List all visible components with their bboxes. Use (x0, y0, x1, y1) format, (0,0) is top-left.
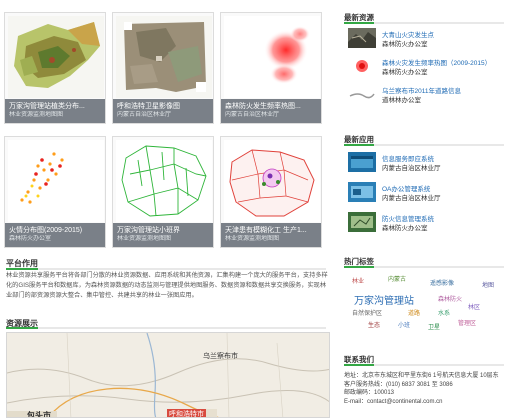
resource-card[interactable]: 天津患有模糊化工 生产1... 林业资源监测地图图 (220, 136, 322, 248)
app-screenshot-icon (348, 212, 376, 232)
resource-card[interactable]: 森林防火发生频率热图... 内蒙古自治区林业厅 (220, 12, 322, 124)
latest-apps-divider (344, 144, 504, 146)
latest-app-item[interactable]: OA办公管理系统 内蒙古自治区林业厅 (348, 180, 514, 206)
sub-compartment-thumbnail (116, 140, 212, 222)
card-title[interactable]: 火情分布图(2009-2015) (9, 226, 101, 235)
tag-item[interactable]: 管理区 (458, 318, 476, 327)
fire-distribution-thumbnail (8, 140, 104, 222)
district-map-thumbnail (224, 140, 320, 222)
card-title[interactable]: 万家沟管理站小班界 (117, 226, 209, 235)
resource-card[interactable]: 万家沟管理站植类分布... 林业资源监测地图图 (4, 12, 106, 124)
tag-item[interactable]: 自然保护区 (352, 308, 382, 317)
tag-item[interactable]: 遥感影像 (430, 278, 454, 287)
contact-phone: 客户服务热线：(010) 6837 3081 至 3086 (344, 381, 453, 388)
contact-divider (344, 364, 504, 366)
latest-app-item[interactable]: 防火信息管理系统 森林防火办公室 (348, 210, 514, 236)
app-screenshot-icon (348, 152, 376, 172)
card-owner: 林业资源监测地图图 (117, 236, 172, 242)
resource-map[interactable]: 乌兰察布市 呼和浩特市 包头市 (6, 332, 330, 418)
tag-item[interactable]: 卫星 (428, 322, 440, 331)
hot-tags-divider (344, 266, 504, 268)
app-screenshot-icon (348, 182, 376, 202)
card-owner: 林业资源监测地图图 (225, 236, 280, 242)
tag-item[interactable]: 地图 (482, 280, 494, 289)
latest-resources-divider (344, 22, 504, 24)
contact-info: 地址：北京市东城区和平里东街6 1号航天信息大厦 10层东 客户服务热线：(01… (344, 372, 514, 406)
card-title[interactable]: 呼和浩特卫星影像图 (117, 102, 209, 111)
app-org: 森林防火办公室 (382, 225, 428, 232)
resource-card[interactable]: 呼和浩特卫星影像图 内蒙古自治区林业厅 (112, 12, 214, 124)
latest-resource-item[interactable]: 大青山火灾发生点 森林防火办公室 (348, 26, 514, 52)
map-label-ulanqab: 乌兰察布市 (203, 353, 238, 360)
app-org: 内蒙古自治区林业厅 (382, 165, 441, 172)
terrain-thumbnail-icon (348, 28, 376, 48)
resource-org: 森林防火办公室 (382, 41, 428, 48)
card-owner: 内蒙古自治区林业厅 (225, 112, 280, 118)
tag-item[interactable]: 水系 (438, 308, 450, 317)
latest-app-item[interactable]: 信息服务即应系统 内蒙古自治区林业厅 (348, 150, 514, 176)
tag-item[interactable]: 生态 (368, 320, 380, 329)
contact-address: 地址：北京市东城区和平里东街6 1号航天信息大厦 10层东 (344, 373, 499, 379)
map-label-baotou: 包头市 (27, 411, 51, 418)
latest-resource-item[interactable]: 森林火灾发生频率热图（2009-2015） 森林防火办公室 (348, 54, 514, 80)
sidebar: 最新资源 大青山火灾发生点 森林防火办公室 森林火灾发生频率热图（2009-20… (344, 0, 520, 418)
app-org: 内蒙古自治区林业厅 (382, 195, 441, 202)
fire-heatmap-thumbnail (224, 16, 320, 98)
vegetation-map-thumbnail (8, 16, 104, 98)
map-label-hohhot: 呼和浩特市 (167, 409, 206, 418)
tag-item[interactable]: 林区 (468, 302, 480, 311)
card-title[interactable]: 天津患有模糊化工 生产1... (225, 226, 317, 235)
tag-item[interactable]: 万家沟管理站 (354, 292, 414, 307)
heatmap-thumbnail-icon (348, 56, 376, 76)
card-owner: 内蒙古自治区林业厅 (117, 112, 172, 118)
resource-show-divider (6, 327, 326, 329)
resource-card[interactable]: 万家沟管理站小班界 林业资源监测地图图 (112, 136, 214, 248)
tag-item[interactable]: 林业 (352, 276, 364, 285)
card-owner: 森林防火办公室 (9, 236, 52, 242)
tag-item[interactable]: 内蒙古 (388, 274, 406, 283)
tag-item[interactable]: 森林防火 (438, 294, 462, 303)
resource-org: 森林防火办公室 (382, 69, 428, 76)
road-thumbnail-icon (348, 84, 376, 104)
base-map (7, 333, 329, 417)
latest-resource-item[interactable]: 乌兰察布市2011年道路信息 道林林办公室 (348, 82, 514, 108)
resource-org: 道林林办公室 (382, 97, 421, 104)
platform-divider (6, 268, 326, 270)
platform-description: 林业资源共享服务平台将各部门分散的林业资源数据、应用系统和其他资源，汇集构建一个… (6, 272, 328, 299)
contact-postcode: 邮政编码：100013 (344, 390, 395, 396)
card-owner: 林业资源监测地图图 (9, 112, 64, 118)
tag-item[interactable]: 道路 (408, 308, 420, 317)
resource-card[interactable]: 火情分布图(2009-2015) 森林防火办公室 (4, 136, 106, 248)
card-title[interactable]: 万家沟管理站植类分布... (9, 102, 101, 111)
card-title[interactable]: 森林防火发生频率热图... (225, 102, 317, 111)
satellite-image-thumbnail (116, 16, 212, 98)
tag-item[interactable]: 小班 (398, 320, 410, 329)
contact-email[interactable]: E-mail：contact@continental.com.cn (344, 398, 514, 407)
tag-cloud: 林业 内蒙古 遥感影像 万家沟管理站 森林防火 自然保护区 道路 水系 林区 生… (348, 272, 508, 348)
